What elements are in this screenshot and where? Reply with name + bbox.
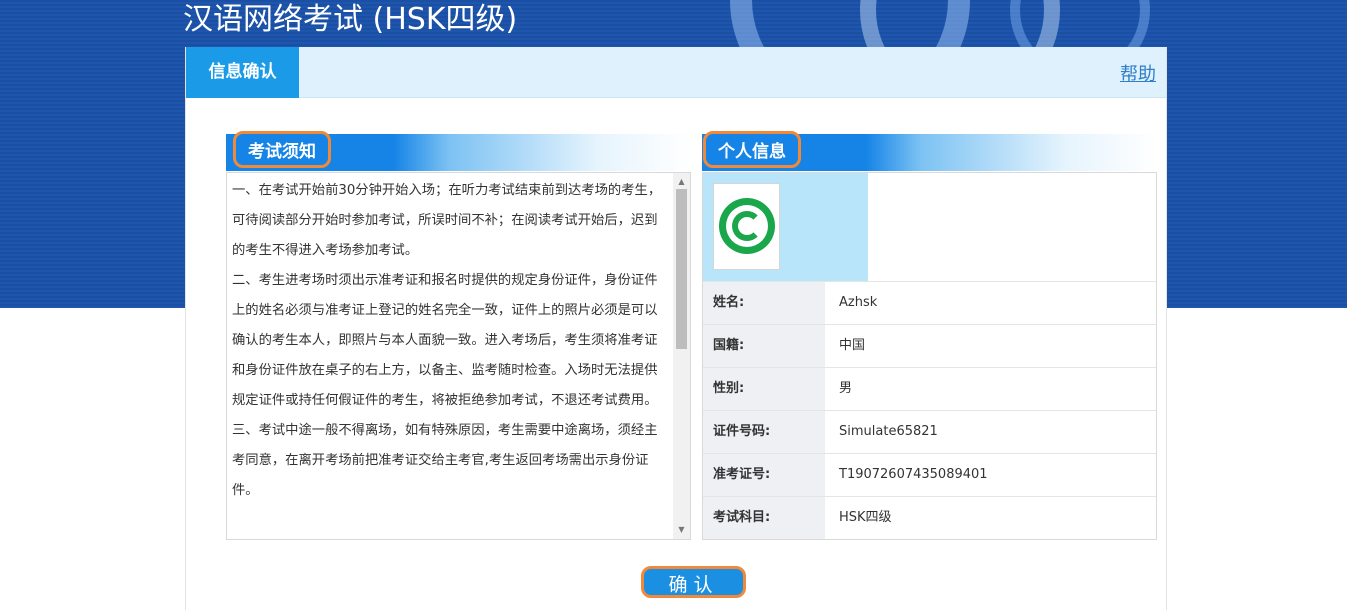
photo-area [703, 173, 868, 281]
info-label: 国籍: [703, 325, 825, 367]
notice-box[interactable]: 一、在考试开始前30分钟开始入场；在听力考试结束前到达考场的考生，可待阅读部分开… [226, 172, 691, 540]
confucius-institute-logo-icon [719, 198, 775, 254]
scroll-down-arrow-icon[interactable]: ▼ [673, 523, 690, 537]
info-row-nationality: 国籍: 中国 [703, 324, 1156, 367]
info-value: Simulate65821 [839, 424, 938, 439]
info-value: T19072607435089401 [839, 467, 988, 482]
info-label: 性别: [703, 368, 825, 410]
tab-info-confirm[interactable]: 信息确认 [186, 47, 299, 98]
info-row-exam-subject: 考试科目: HSK四级 [703, 496, 1156, 539]
info-value: 男 [839, 381, 853, 396]
info-value: Azhsk [839, 295, 878, 310]
info-row-id-number: 证件号码: Simulate65821 [703, 410, 1156, 453]
candidate-photo [713, 183, 780, 270]
main-container: 信息确认 帮助 考试须知 一、在考试开始前30分钟开始入场；在听力考试结束前到达… [185, 47, 1167, 610]
info-table: 姓名: Azhsk 国籍: 中国 性别: 男 证件号码: Simulate658… [703, 281, 1156, 539]
notice-scrollbar[interactable]: ▲ ▼ [673, 173, 690, 539]
notice-title: 考试须知 [233, 131, 331, 168]
notice-paragraph: 二、考生进考场时须出示准考证和报名时提供的规定身份证件，身份证件上的姓名必须与准… [232, 273, 658, 408]
help-link[interactable]: 帮助 [1120, 60, 1156, 86]
info-label: 姓名: [703, 282, 825, 324]
notice-text: 一、在考试开始前30分钟开始入场；在听力考试结束前到达考场的考生，可待阅读部分开… [232, 176, 667, 506]
notice-paragraph: 一、在考试开始前30分钟开始入场；在听力考试结束前到达考场的考生，可待阅读部分开… [232, 183, 662, 258]
info-label: 证件号码: [703, 411, 825, 453]
banner-decoration [720, 0, 1165, 47]
tab-bar: 信息确认 帮助 [186, 47, 1166, 98]
personal-info-panel: 姓名: Azhsk 国籍: 中国 性别: 男 证件号码: Simulate658… [702, 172, 1157, 540]
info-row-admission-number: 准考证号: T19072607435089401 [703, 453, 1156, 496]
notice-paragraph: 三、考试中途一般不得离场，如有特殊原因，考生需要中途离场，须经主考同意，在离开考… [232, 423, 658, 498]
personal-header: 个人信息 [702, 131, 1157, 171]
confirm-button[interactable]: 确认 [641, 566, 746, 598]
info-value: HSK四级 [839, 510, 892, 525]
scroll-thumb[interactable] [676, 189, 687, 349]
info-value: 中国 [839, 338, 866, 353]
info-label: 考试科目: [703, 497, 825, 539]
notice-header: 考试须知 [226, 131, 691, 171]
info-label: 准考证号: [703, 454, 825, 496]
app-title: 汉语网络考试 (HSK四级) [183, 2, 518, 37]
scroll-up-arrow-icon[interactable]: ▲ [673, 175, 690, 189]
info-row-name: 姓名: Azhsk [703, 281, 1156, 324]
personal-title: 个人信息 [703, 131, 801, 168]
info-row-gender: 性别: 男 [703, 367, 1156, 410]
